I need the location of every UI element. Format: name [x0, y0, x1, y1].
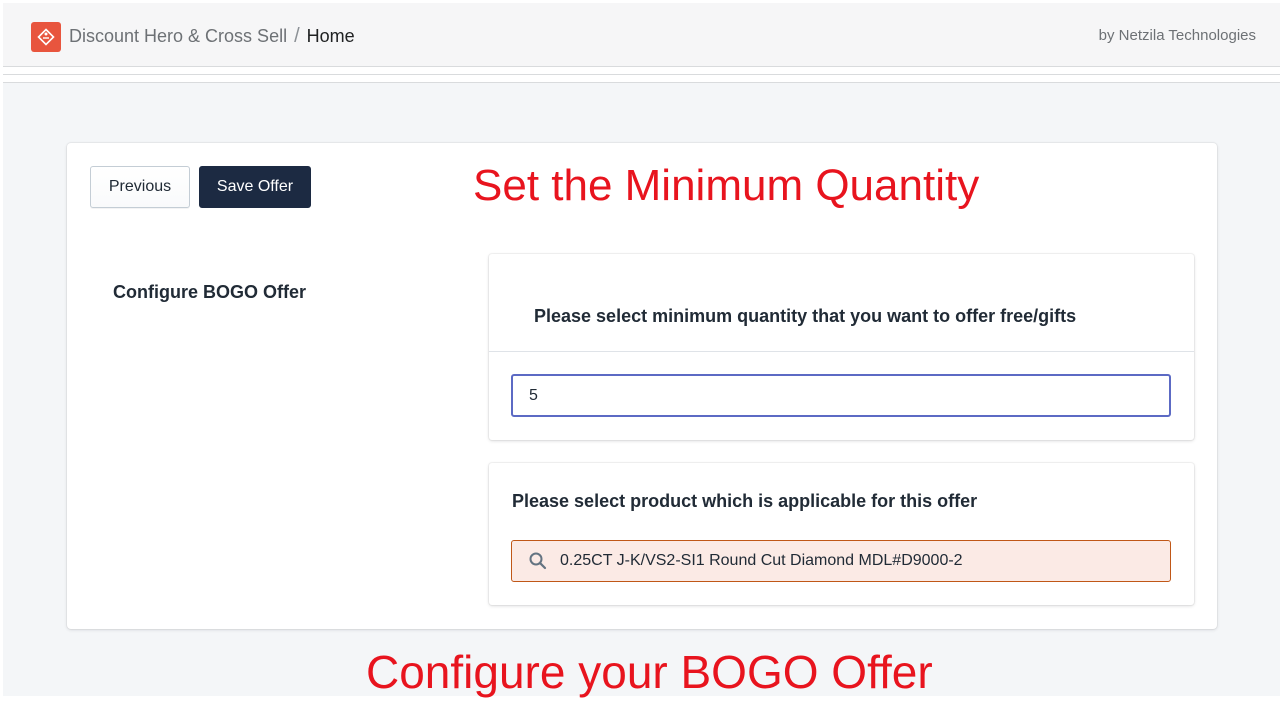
content-area: Previous Save Offer Set the Minimum Quan…	[3, 83, 1280, 696]
save-offer-button[interactable]: Save Offer	[199, 166, 311, 208]
breadcrumb-current-page: Home	[306, 25, 355, 46]
product-search-field[interactable]: 0.25CT J-K/VS2-SI1 Round Cut Diamond MDL…	[511, 540, 1171, 582]
breadcrumb: Discount Hero & Cross Sell / Home	[69, 23, 355, 49]
minimum-quantity-label: Please select minimum quantity that you …	[534, 306, 1077, 326]
tag-icon[interactable]	[31, 22, 61, 52]
app-screen: Discount Hero & Cross Sell / Home by Net…	[0, 0, 1280, 720]
product-selection-label: Please select product which is applicabl…	[512, 491, 978, 511]
tag-icon-glyph	[37, 28, 55, 46]
annotation-set-minimum-quantity: Set the Minimum Quantity	[473, 161, 980, 210]
section-title: Configure BOGO Offer	[113, 282, 306, 302]
top-bar: Discount Hero & Cross Sell / Home by Net…	[3, 3, 1280, 67]
developer-byline[interactable]: by Netzila Technologies	[1099, 27, 1256, 44]
minimum-quantity-input[interactable]	[511, 374, 1171, 417]
selected-product-value: 0.25CT J-K/VS2-SI1 Round Cut Diamond MDL…	[560, 552, 963, 569]
minimum-quantity-card: Please select minimum quantity that you …	[489, 254, 1194, 440]
search-icon	[529, 552, 547, 570]
annotation-configure-bogo-offer: Configure your BOGO Offer	[366, 646, 933, 698]
breadcrumb-app-link[interactable]: Discount Hero & Cross Sell	[69, 26, 287, 47]
breadcrumb-separator: /	[294, 24, 300, 47]
product-selection-card: Please select product which is applicabl…	[489, 463, 1194, 605]
card-divider	[489, 351, 1194, 352]
header-divider	[3, 74, 1280, 75]
offer-config-card: Previous Save Offer Set the Minimum Quan…	[67, 143, 1217, 629]
previous-button[interactable]: Previous	[90, 166, 190, 208]
